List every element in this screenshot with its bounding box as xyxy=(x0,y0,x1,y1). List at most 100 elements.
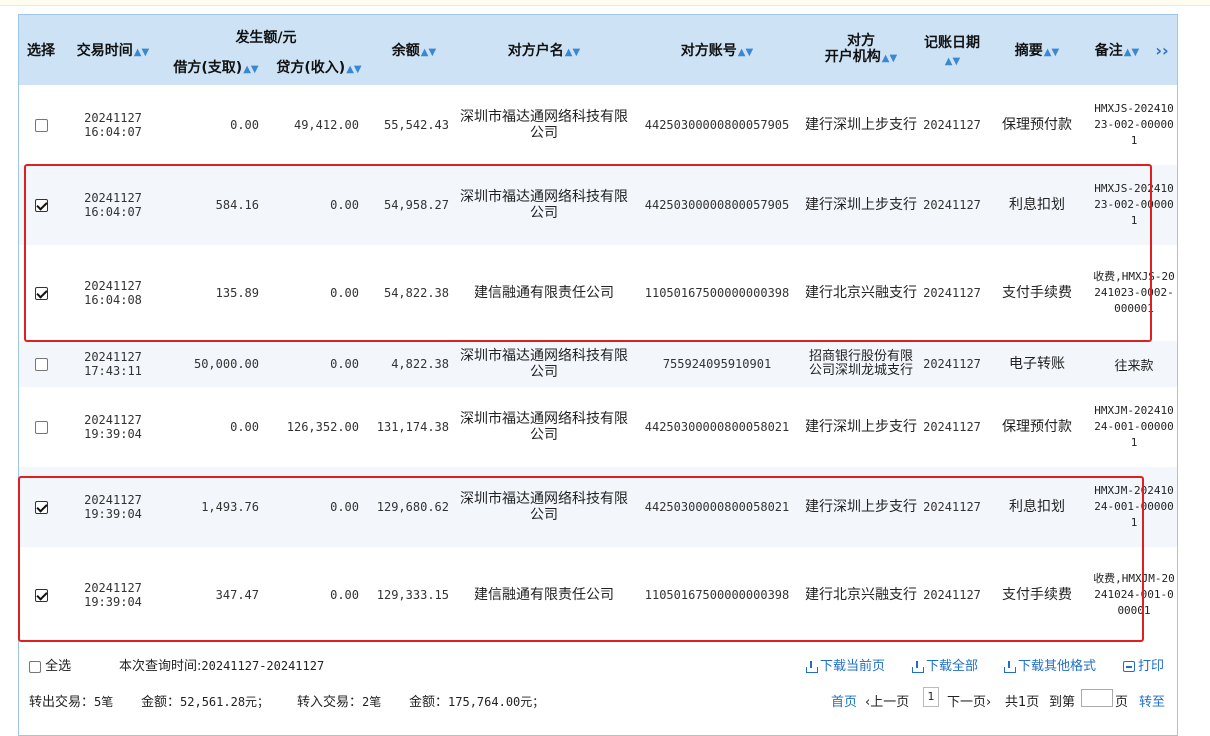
sort-icon[interactable]: ▲▼ xyxy=(945,56,960,67)
balance-cell: 131,174.38 xyxy=(376,420,449,434)
counterparty-name-cell: 深圳市福达通网络科技有限公司 xyxy=(460,109,628,141)
counterparty-bank-cell: 建行北京兴融支行 xyxy=(805,587,917,603)
sort-icon[interactable]: ▲▼ xyxy=(1124,47,1139,58)
sort-icon[interactable]: ▲▼ xyxy=(565,47,580,58)
remark-cell: HMXJS-20241023-002-000001 xyxy=(1087,165,1177,245)
balance-cell: 129,680.62 xyxy=(369,467,459,547)
checkbox[interactable] xyxy=(34,118,48,132)
table-row[interactable]: 20241127 16:04:07 584.16 0.00 54,958.27 深… xyxy=(19,165,1177,245)
debit-cell: 584.16 xyxy=(163,165,269,245)
checkbox[interactable] xyxy=(34,198,48,212)
query-time: 本次查询时间:20241127-20241127 xyxy=(119,655,324,674)
counterparty-name-cell: 深圳市福达通网络科技有限公司 xyxy=(459,165,629,245)
trade-time: 20241127 16:04:08 xyxy=(84,279,142,307)
row-checkbox[interactable] xyxy=(19,245,63,341)
remark-cell: HMXJM-20241024-001-000001 xyxy=(1094,404,1174,449)
debit-cell: 50,000.00 xyxy=(163,341,269,387)
sort-icon[interactable]: ▲▼ xyxy=(421,47,436,58)
trade-time: 20241127 16:04:07 xyxy=(63,165,163,245)
col-counterparty-account[interactable]: 对方账号▲▼ xyxy=(629,15,805,85)
balance-cell: 54,958.27 xyxy=(369,165,459,245)
counterparty-account-cell: 44250300000800058021 xyxy=(644,420,790,434)
posting-date-cell: 20241127 xyxy=(917,341,987,387)
row-checkbox[interactable] xyxy=(19,387,63,467)
col-credit[interactable]: 贷方(收入)▲▼ xyxy=(269,49,369,85)
credit-cell: 0.00 xyxy=(330,588,359,602)
first-page-link[interactable]: 首页 xyxy=(831,691,857,710)
trade-time: 20241127 19:39:04 xyxy=(84,413,142,441)
download-icon xyxy=(1003,660,1016,673)
download-other-link[interactable]: 下载其他格式 xyxy=(1003,655,1096,674)
counterparty-bank-cell: 建行深圳上步支行 xyxy=(805,467,917,547)
row-checkbox[interactable] xyxy=(19,85,63,165)
goto-button[interactable]: 转至 xyxy=(1139,691,1165,710)
download-all-link[interactable]: 下载全部 xyxy=(911,655,978,674)
in-summary: 转入交易：2笔 xyxy=(297,695,382,710)
counterparty-bank-cell: 建行北京兴融支行 xyxy=(805,285,917,301)
counterparty-account-cell: 44250300000800057905 xyxy=(644,118,790,132)
col-summary[interactable]: 摘要▲▼ xyxy=(987,15,1087,85)
table-row[interactable]: 20241127 16:04:08 135.89 0.00 54,822.38 建… xyxy=(19,245,1177,341)
goto-page-input[interactable] xyxy=(1081,689,1113,707)
sort-icon[interactable]: ▲▼ xyxy=(346,64,361,75)
col-time[interactable]: 交易时间▲▼ xyxy=(63,15,163,85)
col-balance[interactable]: 余额▲▼ xyxy=(369,15,459,85)
summary-cell: 保理预付款 xyxy=(1002,419,1072,435)
counterparty-account-cell: 44250300000800058021 xyxy=(629,467,805,547)
table-row[interactable]: 20241127 16:04:07 0.00 49,412.00 55,542.4… xyxy=(19,85,1177,165)
summary-cell: 支付手续费 xyxy=(1002,285,1072,301)
footer-summary: 转出交易：5笔 金额：52,561.28元； 转入交易：2笔 金额：175,76… xyxy=(19,683,1177,713)
checkbox[interactable] xyxy=(34,420,48,434)
table-row[interactable]: 20241127 17:43:11 50,000.00 0.00 4,822.38… xyxy=(19,341,1177,387)
total-pages: 共1页 xyxy=(1005,695,1040,710)
sort-icon[interactable]: ▲▼ xyxy=(134,47,149,58)
counterparty-name-cell: 建信融通有限责任公司 xyxy=(474,587,614,603)
trade-time: 20241127 19:39:04 xyxy=(84,581,142,609)
print-link[interactable]: 打印 xyxy=(1123,655,1164,674)
sort-icon[interactable]: ▲▼ xyxy=(1044,47,1059,58)
next-page-link[interactable]: 下一页› xyxy=(947,691,991,710)
balance-cell: 4,822.38 xyxy=(369,341,459,387)
table-row[interactable]: 20241127 19:39:04 0.00 126,352.00 131,174… xyxy=(19,387,1177,467)
col-posting-date[interactable]: 记账日期▲▼ xyxy=(917,15,987,85)
table-row[interactable]: 20241127 19:39:04 1,493.76 0.00 129,680.6… xyxy=(19,467,1177,547)
trade-time: 20241127 17:43:11 xyxy=(63,341,163,387)
col-counterparty-bank[interactable]: 对方 开户机构▲▼ xyxy=(805,15,917,85)
download-page-link[interactable]: 下载当前页 xyxy=(805,655,885,674)
sort-icon[interactable]: ▲▼ xyxy=(738,47,753,58)
sort-icon[interactable]: ▲▼ xyxy=(882,53,897,64)
remark-cell: 收费,HMXJM-20241024-001-000001 xyxy=(1093,572,1175,617)
transaction-table: 选择 交易时间▲▼ 发生额/元 余额▲▼ 对方户名▲▼ 对方账号▲▼ 对方 开户… xyxy=(19,15,1177,643)
posting-date-cell: 20241127 xyxy=(923,286,981,300)
row-checkbox[interactable] xyxy=(19,547,63,643)
col-counterparty-name[interactable]: 对方户名▲▼ xyxy=(459,15,629,85)
debit-cell: 347.47 xyxy=(215,588,259,602)
select-all-checkbox[interactable] xyxy=(29,660,41,673)
counterparty-name-cell: 深圳市福达通网络科技有限公司 xyxy=(460,411,628,443)
col-debit[interactable]: 借方(支取)▲▼ xyxy=(163,49,269,85)
checkbox[interactable] xyxy=(34,500,48,514)
page-unit: 页 xyxy=(1115,695,1129,710)
counterparty-account-cell: 44250300000800057905 xyxy=(629,165,805,245)
row-checkbox[interactable] xyxy=(19,165,63,245)
expand-columns-icon[interactable]: ›› xyxy=(1147,15,1177,85)
checkbox[interactable] xyxy=(34,588,48,602)
counterparty-account-cell: 11050167500000000398 xyxy=(644,588,790,602)
counterparty-bank-cell: 建行深圳上步支行 xyxy=(805,117,917,133)
checkbox[interactable] xyxy=(34,286,48,300)
balance-cell: 54,822.38 xyxy=(383,286,449,300)
select-all[interactable]: 全选 xyxy=(29,655,71,674)
prev-page-link[interactable]: ‹上一页 xyxy=(865,691,909,710)
select-all-label[interactable]: 全选 xyxy=(45,659,71,674)
counterparty-account-cell: 755924095910901 xyxy=(629,341,805,387)
row-checkbox[interactable] xyxy=(19,341,63,387)
balance-cell: 129,333.15 xyxy=(376,588,449,602)
posting-date-cell: 20241127 xyxy=(917,467,987,547)
sort-icon[interactable]: ▲▼ xyxy=(243,64,258,75)
col-remark[interactable]: 备注▲▼ xyxy=(1087,15,1147,85)
remark-cell: 往来款 xyxy=(1087,341,1177,387)
posting-date-cell: 20241127 xyxy=(917,165,987,245)
checkbox[interactable] xyxy=(34,357,48,371)
row-checkbox[interactable] xyxy=(19,467,63,547)
table-row[interactable]: 20241127 19:39:04 347.47 0.00 129,333.15 … xyxy=(19,547,1177,643)
